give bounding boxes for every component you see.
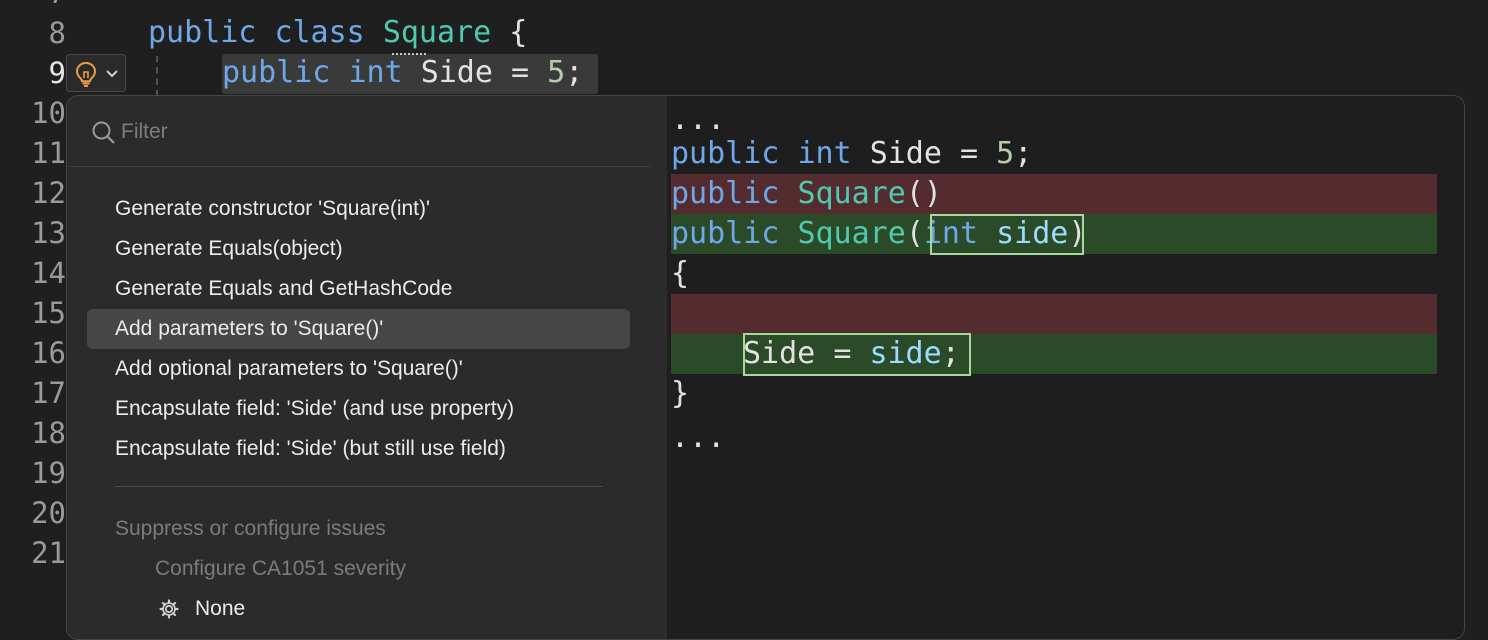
- operator: =: [960, 136, 979, 171]
- filter-row: [87, 112, 627, 152]
- class-name: Square: [382, 15, 492, 50]
- indent-guide: [156, 56, 158, 96]
- number-literal: 5: [996, 136, 1015, 171]
- none-label: None: [195, 597, 246, 620]
- section-header-suppress: Suppress or configure issues: [115, 517, 386, 540]
- diff-preview-pane: ... public int Side = 5; public Square()…: [667, 96, 1464, 639]
- action-add-parameters[interactable]: Add parameters to 'Square()': [87, 309, 630, 349]
- chevron-down-icon: [106, 70, 118, 78]
- line-number: 12: [31, 176, 66, 210]
- action-generate-equals[interactable]: Generate Equals(object): [87, 229, 630, 269]
- line-number: 15: [31, 296, 66, 330]
- line-number: 17: [31, 376, 66, 410]
- class-name: Square: [797, 176, 906, 211]
- line-number: 10: [31, 96, 66, 130]
- line-number: 13: [31, 216, 66, 250]
- code-editor[interactable]: 7 8 9 10 11 12 13 14 15 16 17 18 19 20 2…: [0, 0, 1488, 640]
- action-generate-constructor[interactable]: Generate constructor 'Square(int)': [87, 189, 630, 229]
- lightbulb-icon: [75, 61, 97, 87]
- keyword: public: [671, 176, 780, 211]
- parens: (): [905, 176, 942, 211]
- operator: =: [511, 55, 530, 90]
- number-literal: 5: [547, 55, 566, 90]
- line-number: 8: [48, 16, 66, 50]
- preview-removed-signature: public Square(): [671, 174, 942, 214]
- class-name: Square: [797, 216, 906, 251]
- search-icon: [92, 121, 115, 144]
- quick-actions-popup: Generate constructor 'Square(int)' Gener…: [66, 95, 1465, 640]
- line-number: 14: [31, 256, 66, 290]
- line-number: 7: [0, 0, 66, 13]
- line-number-active: 9: [48, 56, 66, 90]
- semicolon: ;: [565, 55, 584, 90]
- preview-open-brace: {: [671, 256, 690, 291]
- line-number: 16: [31, 336, 66, 370]
- line-number: 20: [31, 496, 66, 530]
- diff-removed-line-bg: [671, 294, 1437, 334]
- action-add-optional-parameters[interactable]: Add optional parameters to 'Square()': [87, 349, 630, 389]
- divider: [67, 166, 651, 167]
- configure-severity-item[interactable]: Configure CA1051 severity: [155, 549, 406, 589]
- preview-field-line: public int Side = 5;: [671, 134, 1032, 174]
- preview-close-brace: }: [671, 376, 690, 411]
- menu-separator: [115, 486, 603, 487]
- keyword: class: [274, 15, 365, 50]
- line-number: 19: [31, 456, 66, 490]
- actions-list-pane: Generate constructor 'Square(int)' Gener…: [67, 96, 667, 639]
- keyword: public: [148, 15, 257, 50]
- field-name: Side: [869, 136, 942, 171]
- filter-input[interactable]: [121, 112, 601, 152]
- field-name: Side: [420, 55, 493, 90]
- lightbulb-button[interactable]: [66, 54, 126, 92]
- action-encapsulate-field-property[interactable]: Encapsulate field: 'Side' (and use prope…: [87, 389, 630, 429]
- added-body-highlight-box: [743, 333, 971, 376]
- line-number: 18: [31, 416, 66, 450]
- gear-icon: [159, 599, 179, 619]
- keyword: int: [797, 136, 852, 171]
- preview-ellipsis-bottom: ...: [671, 420, 726, 455]
- line-number: 11: [31, 136, 66, 170]
- line-number: 21: [31, 536, 66, 570]
- semicolon: ;: [1014, 136, 1033, 171]
- line-number-gutter: 7 8 9 10 11 12 13 14 15 16 17 18 19 20 2…: [0, 0, 70, 628]
- open-paren: (: [905, 216, 924, 251]
- code-line-8[interactable]: public class Square {: [148, 13, 527, 53]
- keyword: public: [671, 216, 780, 251]
- keyword: public: [222, 55, 331, 90]
- keyword: public: [671, 136, 780, 171]
- action-generate-equals-gethashcode[interactable]: Generate Equals and GetHashCode: [87, 269, 630, 309]
- keyword: int: [348, 55, 403, 90]
- added-param-highlight-box: [930, 214, 1084, 255]
- brace: {: [509, 15, 528, 50]
- action-encapsulate-field-field[interactable]: Encapsulate field: 'Side' (but still use…: [87, 429, 630, 469]
- code-line-9[interactable]: public int Side = 5;: [222, 53, 583, 93]
